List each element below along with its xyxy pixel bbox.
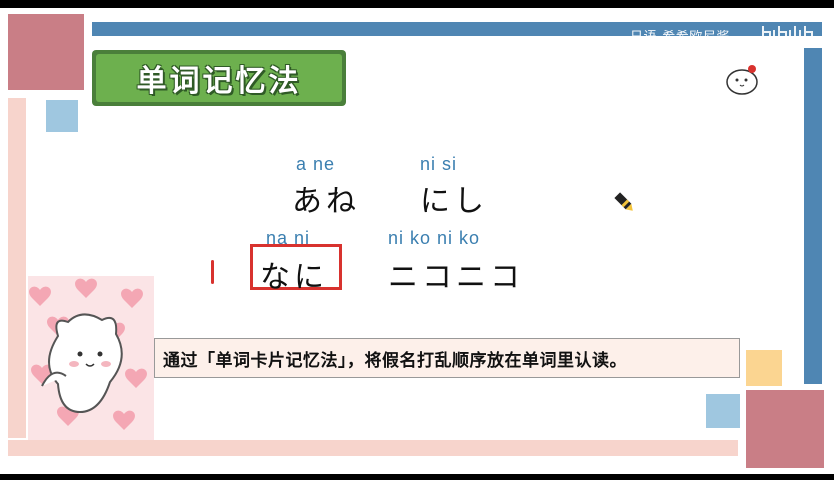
title-banner: 单词记忆法 (92, 50, 346, 106)
kana-nani: なに (260, 260, 328, 295)
bottom-decor-bar (8, 440, 738, 456)
romaji-nisi: ni si (420, 154, 458, 174)
cat-mascot-icon (726, 65, 758, 95)
romaji-ane: a ne (296, 154, 336, 174)
kana-nikoniko: ニコニコ (388, 260, 524, 295)
decor-square-rose-top-left (8, 14, 84, 90)
decor-square-blue-bottom (706, 394, 740, 428)
kana-ane: あね (292, 184, 360, 219)
page-title: 单词记忆法 (136, 64, 302, 99)
cat-mascot-illustration (28, 276, 154, 440)
romaji-nikoniko: ni ko ni ko (388, 228, 481, 248)
kana-nisi: にし (420, 184, 488, 219)
caption-text: 通过「单词卡片记忆法」，将假名打乱顺序放在单词里认读。 (163, 350, 627, 371)
decor-square-rose-bottom-right (746, 390, 824, 468)
bilibili-logo-icon (762, 26, 813, 41)
text-cursor (211, 260, 214, 284)
decor-square-blue-top-left (46, 100, 78, 132)
highlighter-pen-icon (614, 192, 633, 211)
decor-square-yellow (746, 350, 782, 386)
left-decor-bar (8, 98, 26, 438)
slide: 日语-希希欧尼酱 单词记忆法 a ne あね ni si にし na ni なに… (0, 8, 834, 474)
watermark-text: 日语-希希欧尼酱 (630, 30, 730, 45)
caption-box: 通过「单词卡片记忆法」，将假名打乱顺序放在单词里认读。 (154, 338, 740, 378)
right-decor-bar (804, 48, 822, 384)
